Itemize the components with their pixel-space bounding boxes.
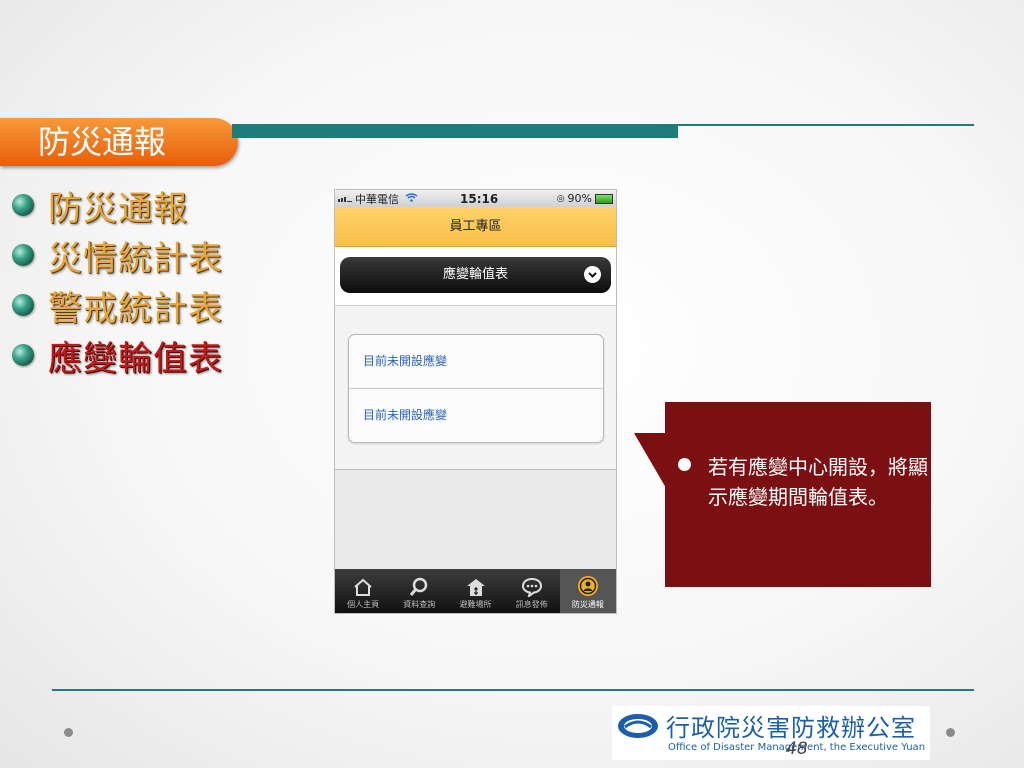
battery-icon	[595, 193, 613, 204]
chevron-down-icon	[584, 266, 601, 283]
tab-shelter[interactable]: 避難場所	[447, 569, 503, 613]
bullet-item-active: 應變輪值表	[12, 330, 223, 380]
header-bar	[232, 125, 678, 138]
selector-area: 應變輪值表	[335, 247, 616, 306]
tab-search[interactable]: 資料查詢	[391, 569, 447, 613]
bullet-list: 防災通報 災情統計表 警戒統計表 應變輪值表	[12, 180, 223, 380]
search-icon	[410, 577, 428, 596]
wifi-icon	[405, 192, 418, 205]
page-number: 48	[786, 739, 808, 759]
home-icon	[354, 578, 372, 596]
org-name-cn: 行政院災害防救辦公室	[666, 714, 916, 742]
tab-messages[interactable]: 訊息發佈	[504, 569, 560, 613]
tab-home[interactable]: 個人主頁	[335, 569, 391, 613]
alarm-icon: ◎	[556, 193, 565, 204]
callout-pointer	[634, 433, 666, 488]
logo-emblem-icon	[618, 714, 658, 738]
globe-bullet-icon	[12, 294, 34, 316]
tab-label: 資料查詢	[403, 600, 436, 609]
roster-selector[interactable]: 應變輪值表	[340, 257, 611, 293]
callout-bullet-icon	[678, 458, 691, 471]
list-item[interactable]: 目前未開設應變	[349, 388, 603, 442]
bullet-item: 防災通報	[12, 180, 223, 230]
slide-title: 防災通報	[0, 118, 238, 166]
bullet-label: 災情統計表	[48, 238, 223, 279]
bullet-label: 應變輪值表	[48, 338, 223, 379]
tab-label: 訊息發佈	[515, 600, 548, 609]
message-icon	[521, 577, 542, 597]
globe-bullet-icon	[12, 344, 34, 366]
list-item[interactable]: 目前未開設應變	[349, 335, 603, 388]
tab-disaster-report[interactable]: 防災通報	[559, 569, 616, 613]
app-title-bar: 員工專區	[335, 207, 616, 247]
status-bar: 中華電信 15:16 ◎ 90%	[335, 190, 616, 207]
roster-list: 目前未開設應變 目前未開設應變	[348, 334, 604, 443]
globe-bullet-icon	[12, 194, 34, 216]
tab-label: 個人主頁	[347, 600, 380, 609]
battery-percent: 90%	[567, 192, 592, 205]
tab-bar: 個人主頁 資料查詢 避難場所 訊息發佈 防災通報	[335, 569, 616, 613]
bullet-item: 災情統計表	[12, 230, 223, 280]
footer-divider	[52, 689, 974, 691]
globe-bullet-icon	[12, 244, 34, 266]
bullet-label: 防災通報	[48, 188, 188, 229]
list-area: 目前未開設應變 目前未開設應變	[335, 306, 616, 470]
signal-icon	[338, 192, 352, 205]
app-title: 員工專區	[449, 219, 502, 234]
phone-screenshot: 中華電信 15:16 ◎ 90% 員工專區 應變輪值表 目前未開設應變 目前未開…	[334, 189, 617, 614]
callout-text: 若有應變中心開設，將顯示應變期間輪值表。	[708, 455, 928, 509]
shelter-icon	[466, 579, 485, 596]
selector-label: 應變輪值表	[442, 267, 508, 282]
footer-dot-left	[64, 728, 73, 737]
tab-label: 防災通報	[571, 600, 604, 609]
battery-indicator: ◎ 90%	[557, 192, 613, 205]
status-time: 15:16	[460, 191, 499, 206]
footer-dot-right	[946, 728, 955, 737]
bullet-item: 警戒統計表	[12, 280, 223, 330]
user-alert-icon	[577, 576, 598, 596]
tab-label: 避難場所	[459, 600, 492, 609]
carrier-name: 中華電信	[355, 192, 399, 206]
bullet-label: 警戒統計表	[48, 288, 223, 329]
